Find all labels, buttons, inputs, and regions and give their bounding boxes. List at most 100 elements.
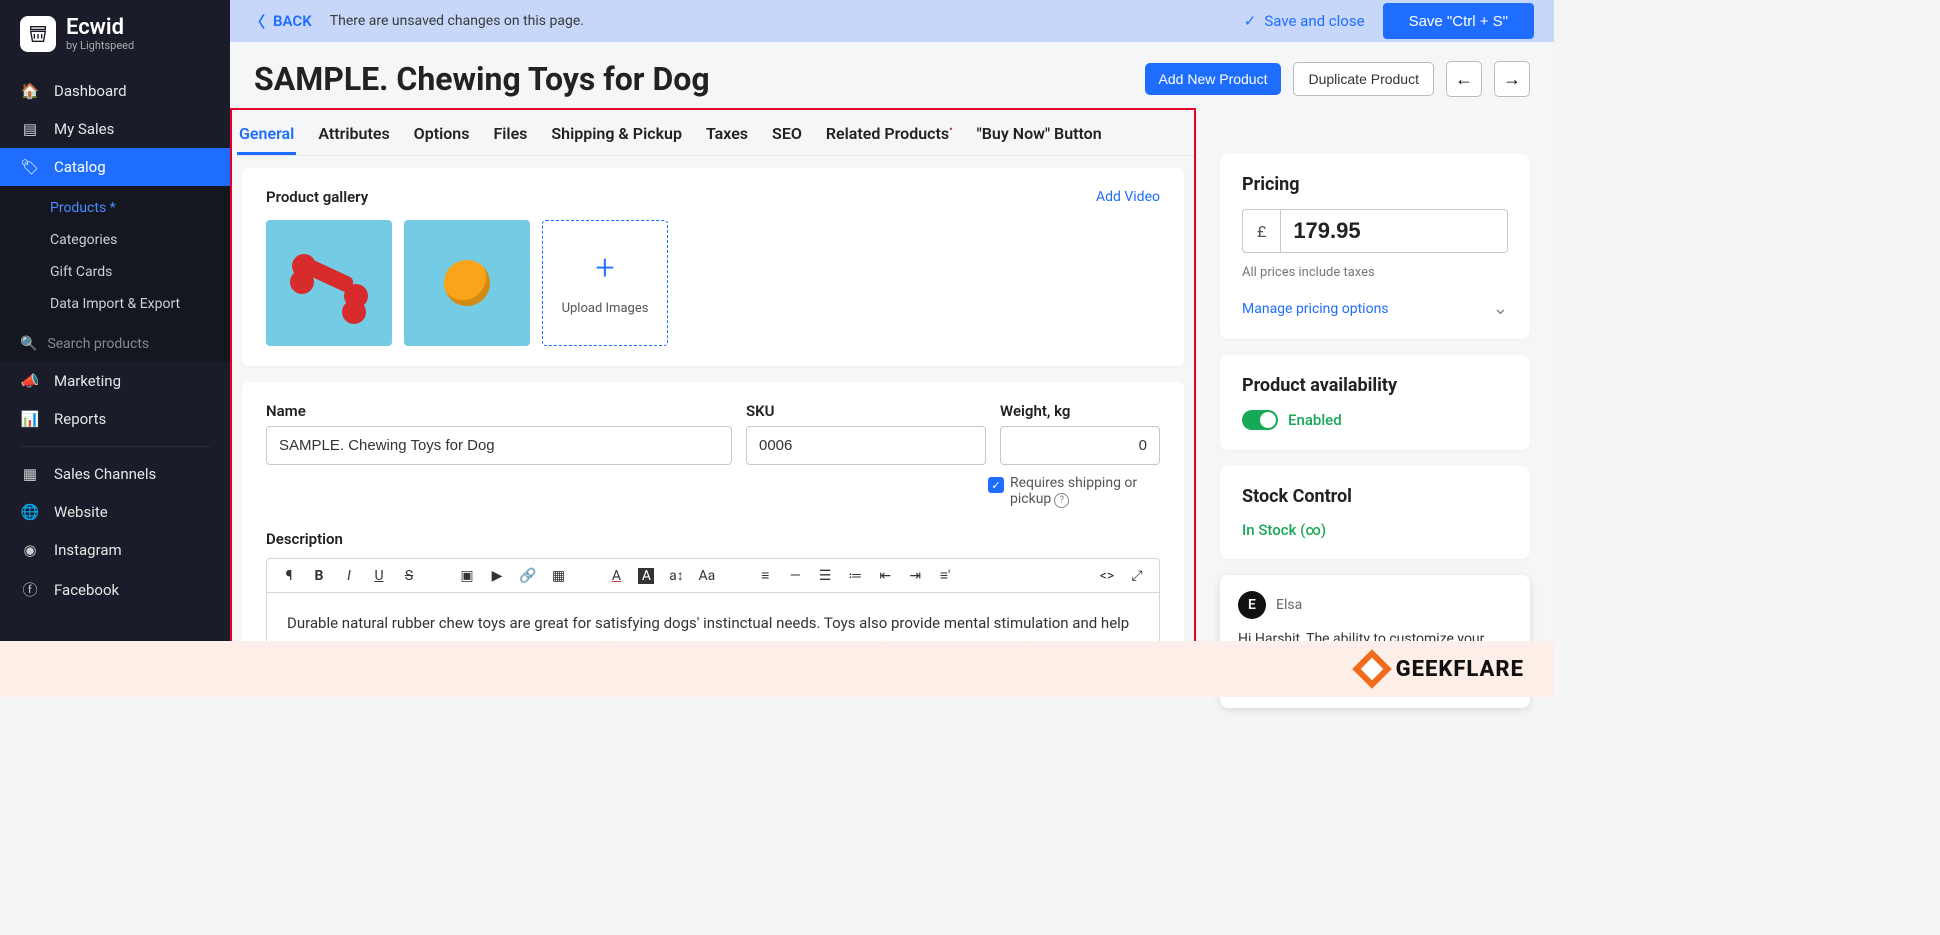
paragraph-icon[interactable]: ¶ [281, 568, 297, 584]
nav-sub-giftcards[interactable]: Gift Cards [0, 256, 230, 288]
chat-name: Elsa [1276, 597, 1302, 613]
case-icon[interactable]: Aa [698, 568, 715, 584]
bgcolor-icon[interactable]: A [638, 568, 654, 584]
tag-icon: 🏷 [20, 158, 40, 176]
manage-pricing-link[interactable]: Manage pricing options ⌄ [1242, 298, 1508, 319]
add-video-link[interactable]: Add Video [1096, 189, 1160, 205]
nav-sub-categories[interactable]: Categories [0, 224, 230, 256]
grid-icon: ▦ [20, 465, 40, 483]
requires-shipping-checkbox[interactable]: ✓ [988, 477, 1004, 493]
product-tabs: General Attributes Options Files Shippin… [237, 110, 1194, 156]
currency-label: £ [1243, 210, 1281, 252]
tab-options[interactable]: Options [412, 118, 472, 155]
tab-taxes[interactable]: Taxes [704, 118, 750, 155]
description-label: Description [266, 530, 1160, 548]
link-icon[interactable]: 🔗 [519, 568, 536, 584]
tab-attributes[interactable]: Attributes [316, 118, 391, 155]
help-icon[interactable]: ? [1054, 493, 1069, 508]
sku-label: SKU [746, 402, 986, 420]
nav-channels[interactable]: ▦Sales Channels [0, 455, 230, 493]
check-icon: ✓ [1244, 12, 1257, 30]
name-input[interactable] [266, 426, 732, 465]
product-image-2[interactable] [404, 220, 530, 346]
name-label: Name [266, 402, 732, 420]
rte-toolbar: ¶ B I U S ▣ ▶ 🔗 ▦ A A [266, 558, 1160, 592]
nav-catalog[interactable]: 🏷Catalog [0, 148, 230, 186]
tab-shipping[interactable]: Shipping & Pickup [549, 118, 684, 155]
megaphone-icon: 📣 [20, 372, 40, 390]
duplicate-product-button[interactable]: Duplicate Product [1293, 62, 1434, 96]
next-product-button[interactable]: → [1494, 61, 1530, 97]
tab-buynow[interactable]: "Buy Now" Button [975, 118, 1104, 155]
bullets-icon[interactable]: ☰ [817, 568, 833, 584]
sku-input[interactable] [746, 426, 986, 465]
product-image-1[interactable] [266, 220, 392, 346]
nav-mysales[interactable]: ▤My Sales [0, 110, 230, 148]
tab-general[interactable]: General [237, 118, 296, 155]
fontsize-icon[interactable]: a↕ [668, 567, 684, 584]
list-icon: ▤ [20, 120, 40, 138]
nav-marketing[interactable]: 📣Marketing [0, 362, 230, 400]
upload-images-button[interactable]: + Upload Images [542, 220, 668, 346]
nav-sub-products[interactable]: Products * [0, 192, 230, 224]
textcolor-icon[interactable]: A [608, 568, 624, 584]
table-icon[interactable]: ▦ [550, 568, 566, 584]
chevron-down-icon: ⌄ [1493, 298, 1508, 319]
arrow-right-icon: → [1503, 69, 1521, 90]
video-icon[interactable]: ▶ [489, 568, 505, 584]
nav-instagram[interactable]: ◉Instagram [0, 531, 230, 569]
tab-files[interactable]: Files [491, 118, 529, 155]
numbers-icon[interactable]: ≔ [847, 568, 863, 584]
nav-reports[interactable]: 📊Reports [0, 400, 230, 438]
chevron-left-icon: 〈 [250, 11, 265, 32]
underline-icon[interactable]: U [371, 568, 387, 584]
avatar: E [1238, 591, 1266, 619]
back-button[interactable]: 〈 BACK [250, 11, 312, 32]
stock-card: Stock Control In Stock (∞) [1220, 466, 1530, 559]
expand-icon[interactable]: ⤢ [1129, 568, 1145, 584]
brand: Ecwid by Lightspeed [0, 0, 230, 72]
weight-input[interactable] [1000, 426, 1160, 465]
price-input[interactable] [1281, 210, 1508, 252]
add-new-product-button[interactable]: Add New Product [1145, 63, 1282, 95]
plus-icon: + [595, 251, 614, 285]
topbar: 〈 BACK There are unsaved changes on this… [230, 0, 1554, 42]
facebook-icon: ⓕ [20, 579, 40, 600]
nav-facebook[interactable]: ⓕFacebook [0, 569, 230, 610]
save-and-close[interactable]: ✓ Save and close [1244, 12, 1365, 30]
prev-product-button[interactable]: ← [1446, 61, 1482, 97]
align-icon[interactable]: ≡ [757, 567, 773, 584]
tab-related[interactable]: Related Products• [824, 118, 955, 155]
pricing-title: Pricing [1242, 174, 1508, 195]
main: 〈 BACK There are unsaved changes on this… [230, 0, 1554, 697]
nav-website[interactable]: 🌐Website [0, 493, 230, 531]
globe-icon: 🌐 [20, 503, 40, 521]
bold-icon[interactable]: B [311, 568, 327, 584]
italic-icon[interactable]: I [341, 568, 357, 584]
weight-label: Weight, kg [1000, 402, 1160, 420]
indent-icon[interactable]: ⇥ [907, 568, 923, 584]
tab-seo[interactable]: SEO [770, 118, 804, 155]
nav-divider [20, 446, 210, 447]
watermark-text: GEEKFLARE [1396, 657, 1524, 682]
pricing-card: Pricing £ All prices include taxes Manag… [1220, 154, 1530, 339]
outdent-icon[interactable]: ⇤ [877, 568, 893, 584]
stock-value: In Stock (∞) [1242, 521, 1508, 539]
strike-icon[interactable]: S [401, 568, 417, 584]
sidebar-search[interactable]: 🔍Search products [0, 326, 230, 362]
instagram-icon: ◉ [20, 541, 40, 559]
nav-sub-dataio[interactable]: Data Import & Export [0, 288, 230, 320]
lineheight-icon[interactable]: ≡' [937, 567, 953, 584]
brand-name: Ecwid [66, 16, 134, 40]
hr-icon[interactable]: — [787, 568, 803, 584]
brand-sub: by Lightspeed [66, 40, 134, 52]
enabled-toggle[interactable] [1242, 410, 1278, 430]
nav-dashboard[interactable]: 🏠Dashboard [0, 72, 230, 110]
save-button[interactable]: Save "Ctrl + S" [1383, 3, 1534, 39]
nav-catalog-sub: Products * Categories Gift Cards Data Im… [0, 186, 230, 326]
availability-card: Product availability Enabled [1220, 355, 1530, 450]
code-icon[interactable]: <> [1099, 568, 1115, 584]
image-icon[interactable]: ▣ [459, 568, 475, 584]
geekflare-icon [1352, 649, 1392, 689]
search-icon: 🔍 [20, 336, 37, 352]
